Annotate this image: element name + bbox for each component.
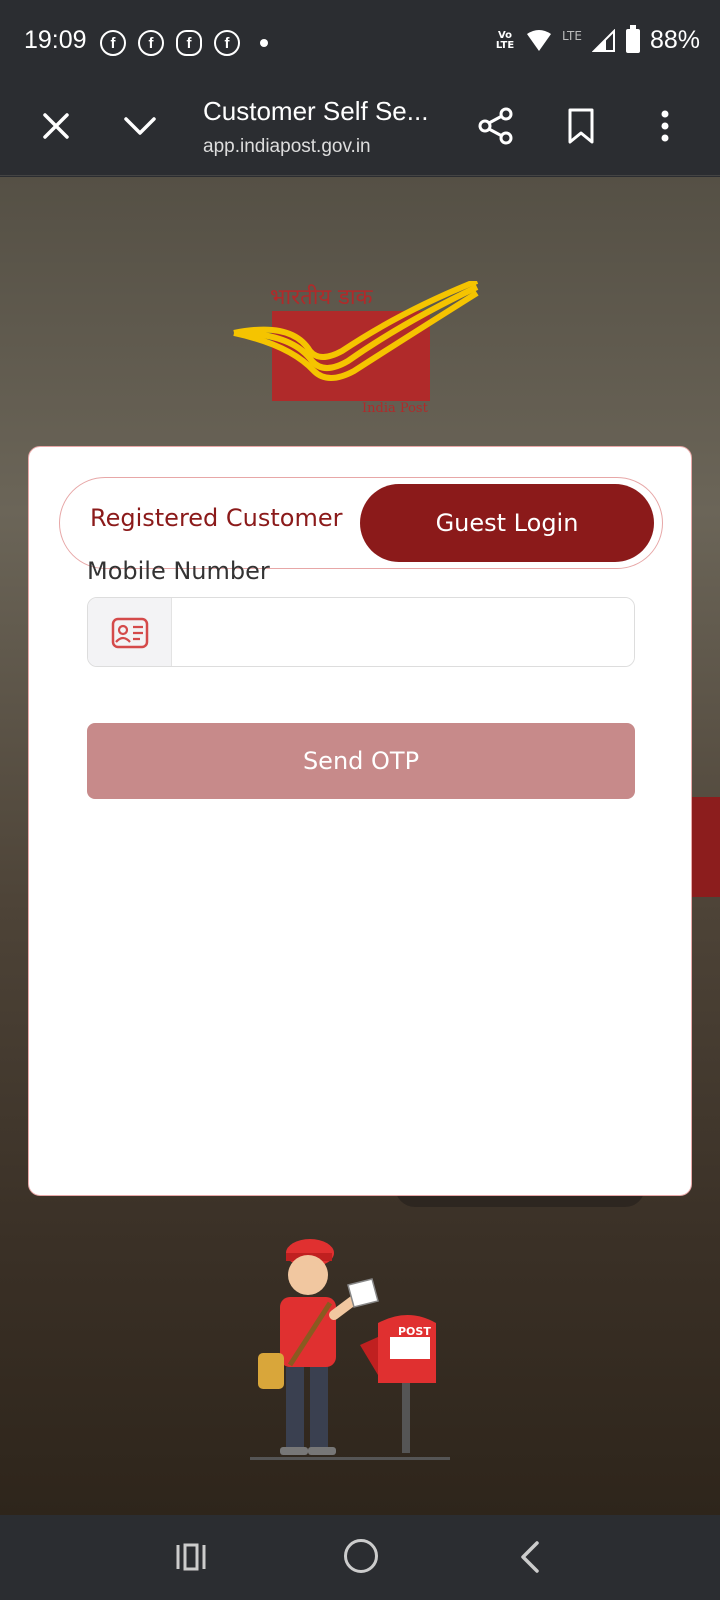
logo-english-text: India Post (362, 401, 428, 416)
login-type-toggle: Registered Customer Guest Login (59, 477, 663, 569)
background-decoration (690, 797, 720, 897)
facebook-icon: f (138, 30, 164, 56)
messenger-icon: f (176, 30, 202, 56)
more-notifications-icon (260, 39, 268, 47)
battery-percent: 88% (649, 26, 700, 54)
system-nav-bar (0, 1515, 720, 1600)
logo-swoosh-icon (233, 281, 479, 381)
mobile-number-input[interactable] (172, 598, 634, 666)
page-title: Customer Self Se... (203, 96, 429, 126)
login-card: Registered Customer Guest Login Mobile N… (28, 446, 692, 1196)
facebook-icon: f (100, 30, 126, 56)
home-icon[interactable] (344, 1539, 378, 1573)
share-icon[interactable] (476, 106, 516, 146)
status-time: 19:09 (24, 26, 87, 54)
tab-guest-login[interactable]: Guest Login (360, 484, 654, 562)
id-card-icon-box (88, 598, 172, 666)
send-otp-button[interactable]: Send OTP (87, 723, 635, 799)
volte-icon: Vo LTE (495, 29, 515, 51)
india-post-logo: भारतीय डाक India Post (232, 281, 492, 421)
web-page: भारतीय डाक India Post Registered Custome… (0, 177, 720, 1515)
page-url[interactable]: app.indiapost.gov.in (203, 136, 371, 158)
mobile-number-group (87, 597, 635, 667)
notification-icons: f f f f (100, 30, 268, 56)
postman-illustration: POST (250, 1239, 450, 1460)
back-icon[interactable] (515, 1539, 543, 1575)
id-card-icon (111, 617, 148, 649)
more-menu-icon[interactable] (650, 106, 680, 146)
signal-icon (591, 28, 615, 52)
lte-label: LTE (562, 28, 582, 43)
tab-registered-customer[interactable]: Registered Customer (90, 504, 343, 532)
wifi-icon (527, 29, 551, 51)
mobile-number-label: Mobile Number (87, 557, 270, 585)
status-bar: 19:09 f f f f Vo LTE LTE 88% (0, 0, 720, 84)
status-indicators: Vo LTE LTE 88% (494, 24, 700, 55)
recents-icon[interactable] (175, 1539, 207, 1575)
facebook-icon: f (214, 30, 240, 56)
browser-toolbar: Customer Self Se... app.indiapost.gov.in (0, 84, 720, 176)
battery-icon (625, 24, 640, 53)
chevron-down-icon[interactable] (120, 108, 160, 144)
bookmark-icon[interactable] (565, 106, 597, 146)
close-icon[interactable] (38, 108, 74, 144)
mailbox-label: POST (398, 1325, 431, 1338)
